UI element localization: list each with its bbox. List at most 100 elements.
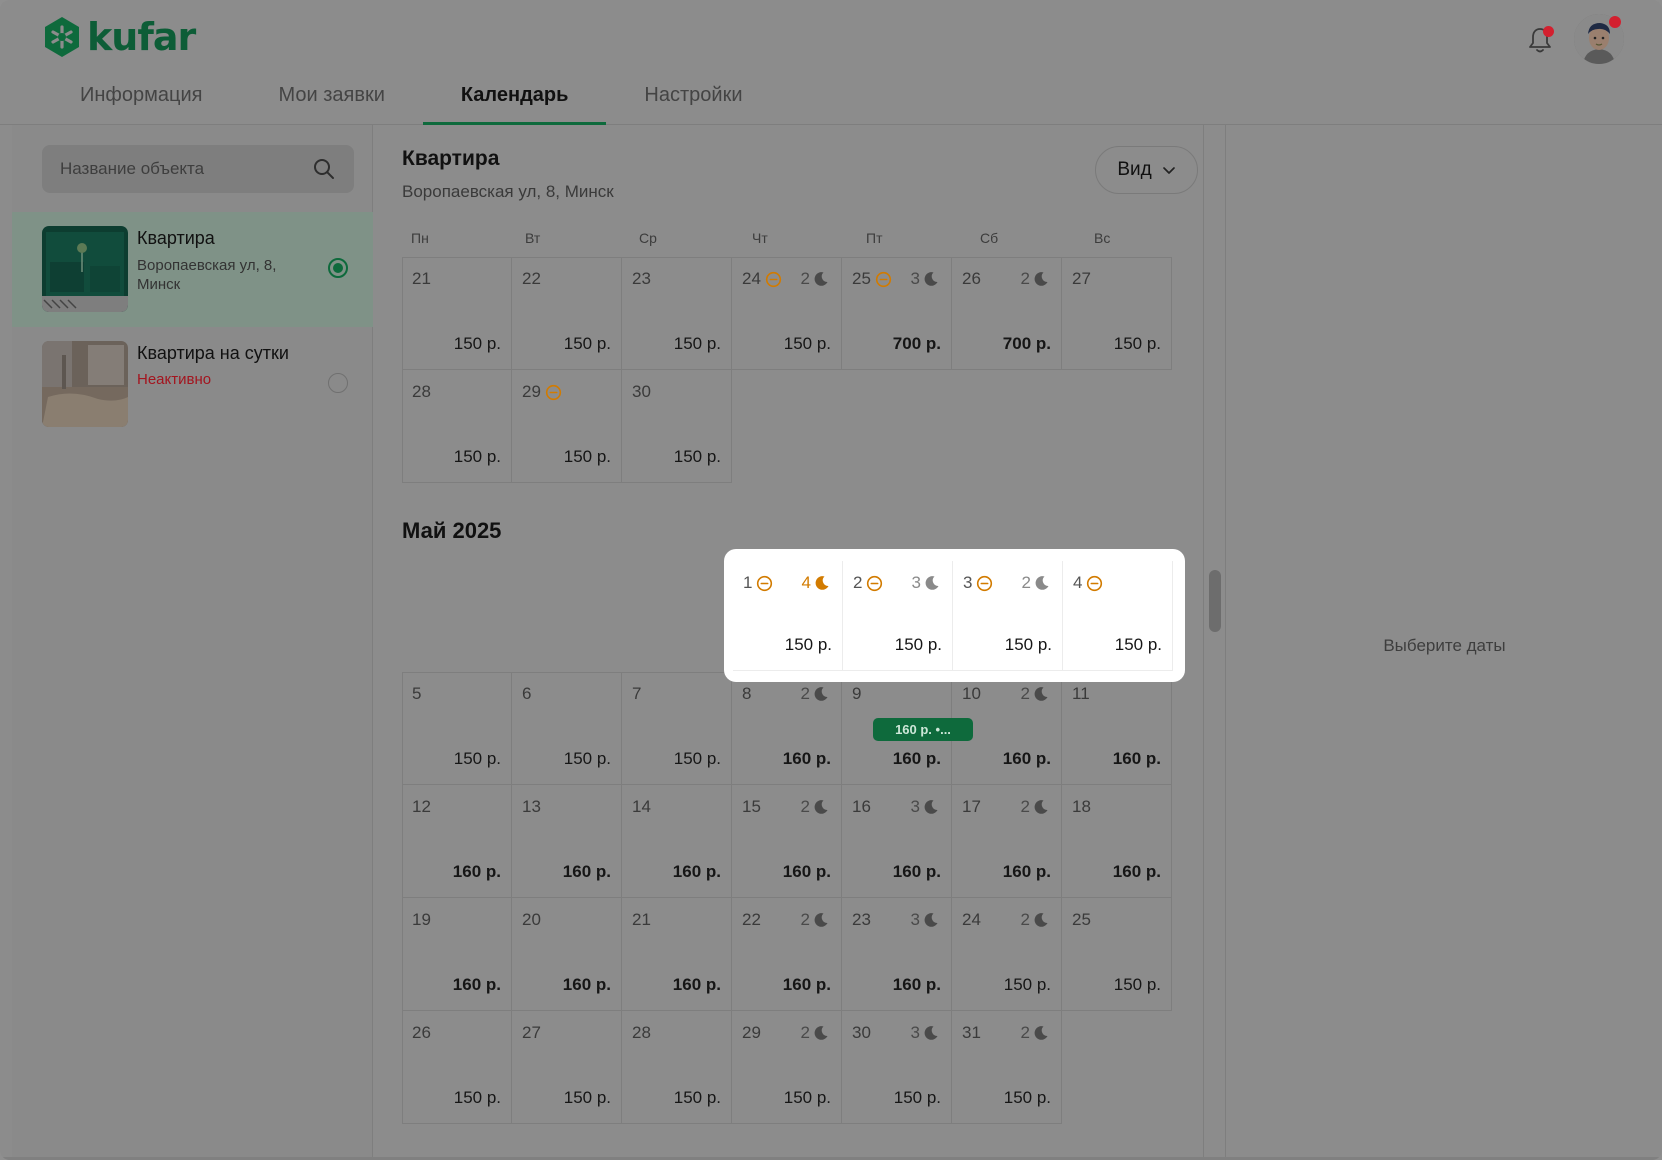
calendar-day-cell[interactable]: 11 160 р. [1062,672,1172,785]
tab-calendar[interactable]: Календарь [422,78,607,125]
day-price: 160 р. [672,862,721,881]
calendar-day-cell[interactable]: 23 3 160 р. [842,898,952,1011]
tab-info[interactable]: Информация [42,78,240,125]
search-icon[interactable] [312,157,336,181]
calendar-day-cell[interactable]: 15 2 160 р. [732,785,842,898]
moon-icon [924,800,938,814]
calendar-day-cell[interactable]: 22 150 р. [512,257,622,370]
app-window: kufar Информация Мои заявки Календарь На… [0,0,1662,1160]
day-number: 25 [852,269,892,289]
day-number-text: 27 [1072,269,1091,288]
calendar-day-cell[interactable]: 25 3 700 р. [842,257,952,370]
tab-my-requests[interactable]: Мои заявки [240,78,422,125]
property-address: Воропаевская ул, 8, Минск [402,182,614,201]
weekday-label: Ср [639,230,657,246]
calendar-day-cell[interactable]: 28 150 р. [402,370,512,483]
calendar-day-cell[interactable]: 23150 р. [843,561,953,671]
view-dropdown-button[interactable]: Вид [1095,146,1198,194]
day-number-text: 7 [632,684,642,703]
day-price: 160 р. [672,975,721,994]
calendar-day-cell[interactable]: 30 150 р. [622,370,732,483]
day-number: 23 [852,910,871,930]
calendar-day-cell[interactable]: 19 160 р. [402,898,512,1011]
object-item[interactable]: Квартира на сутки Неактивно [12,327,373,442]
day-number-text: 29 [742,1023,761,1042]
day-number-text: 26 [412,1023,431,1042]
day-number-text: 12 [412,797,431,816]
calendar-day-cell[interactable]: 12 160 р. [402,785,512,898]
calendar-day-cell[interactable]: 29 150 р. [512,370,622,483]
blocked-minus-icon [977,575,993,591]
moon-icon [814,272,828,286]
calendar-day-cell[interactable]: 16 3 160 р. [842,785,952,898]
day-number: 8 [742,684,751,704]
calendar-day-cell[interactable]: 5 150 р. [402,672,512,785]
day-number-text: 1 [743,573,753,592]
calendar-day-cell[interactable]: 17 2 160 р. [952,785,1062,898]
calendar-day-cell[interactable]: 30 3 150 р. [842,1011,952,1124]
day-number: 30 [632,382,651,402]
calendar-day-cell[interactable]: 3 2 150 р. [953,561,1063,671]
day-price: 150 р. [783,1088,831,1107]
calendar-day-cell[interactable]: 18 160 р. [1062,785,1172,898]
calendar-day-cell[interactable]: 1 4 150 р. [733,561,843,671]
object-thumbnail [42,341,128,427]
calendar-day-cell[interactable]: 23150 р. [622,257,732,370]
calendar-day-cell[interactable]: 31 2 150 р. [952,1011,1062,1124]
calendar-day-cell[interactable]: 21 160 р. [622,898,732,1011]
calendar-scrollbar[interactable] [1203,125,1225,1160]
calendar-day-cell[interactable]: 27 150 р. [1062,257,1172,370]
choose-dates-hint: Выберите даты [1383,636,1506,655]
day-number-text: 24 [962,910,981,929]
day-price: 150 р. [893,1088,941,1107]
object-radio[interactable] [328,373,348,393]
property-title: Квартира [402,147,500,170]
scrollbar-thumb[interactable] [1209,570,1221,632]
nights-count-text: 2 [800,1023,810,1042]
tab-settings[interactable]: Настройки [606,78,780,125]
day-price: 160 р. [892,862,941,881]
nights-count-text: 3 [910,910,920,929]
day-number-text: 24 [742,269,761,288]
calendar-day-cell[interactable]: 26 2 700 р. [952,257,1062,370]
day-number: 5 [412,684,421,704]
calendar-day-cell[interactable]: 20 160 р. [512,898,622,1011]
calendar-day-cell[interactable]: 29 2 150 р. [732,1011,842,1124]
object-radio-selected[interactable] [328,258,348,278]
calendar-day-cell[interactable]: 6 150 р. [512,672,622,785]
calendar-day-cell[interactable]: 27 150 р. [512,1011,622,1124]
object-item[interactable]: Квартира Воропаевская ул, 8, Минск [12,212,373,327]
day-number: 11 [1072,684,1090,704]
day-number-text: 21 [412,269,431,288]
price-badge[interactable]: 160 р. •... [873,718,973,741]
calendar-day-cell[interactable]: 21 150 р. [402,257,512,370]
day-price: 150 р. [453,749,501,768]
calendar-day-cell[interactable]: 24 2 150 р. [952,898,1062,1011]
calendar-day-cell[interactable]: 22 2 160 р. [732,898,842,1011]
moon-icon [814,1026,828,1040]
calendar-day-cell[interactable]: 26 150 р. [402,1011,512,1124]
objects-sidebar: Квартира Воропаевская ул, 8, Минск Кварт… [12,125,373,1160]
object-search-input[interactable] [60,145,300,193]
day-price: 150 р. [783,334,831,353]
day-price: 160 р. [562,862,611,881]
day-price: 700 р. [1002,334,1051,353]
calendar-day-cell[interactable]: 28 150 р. [622,1011,732,1124]
day-number-text: 25 [1072,910,1091,929]
nights-count-text: 3 [911,573,921,592]
calendar-day-cell[interactable]: 4 150 р. [1063,561,1173,671]
booking-panel: Выберите даты [1225,125,1662,1160]
day-price: 160 р. [892,975,941,994]
day-number: 29 [742,1023,761,1043]
calendar-day-cell[interactable]: 14 160 р. [622,785,732,898]
calendar-day-cell[interactable]: 13 160 р. [512,785,622,898]
blocked-minus-icon [1087,575,1103,591]
moon-icon [1034,800,1048,814]
calendar-day-cell[interactable]: 7 150 р. [622,672,732,785]
calendar-day-cell[interactable]: 8 2 160 р. [732,672,842,785]
kufar-logo[interactable]: kufar [41,16,196,58]
moon-icon [1034,913,1048,927]
day-number: 4 [1073,573,1103,593]
calendar-day-cell[interactable]: 25 150 р. [1062,898,1172,1011]
calendar-day-cell[interactable]: 24 2 150 р. [732,257,842,370]
